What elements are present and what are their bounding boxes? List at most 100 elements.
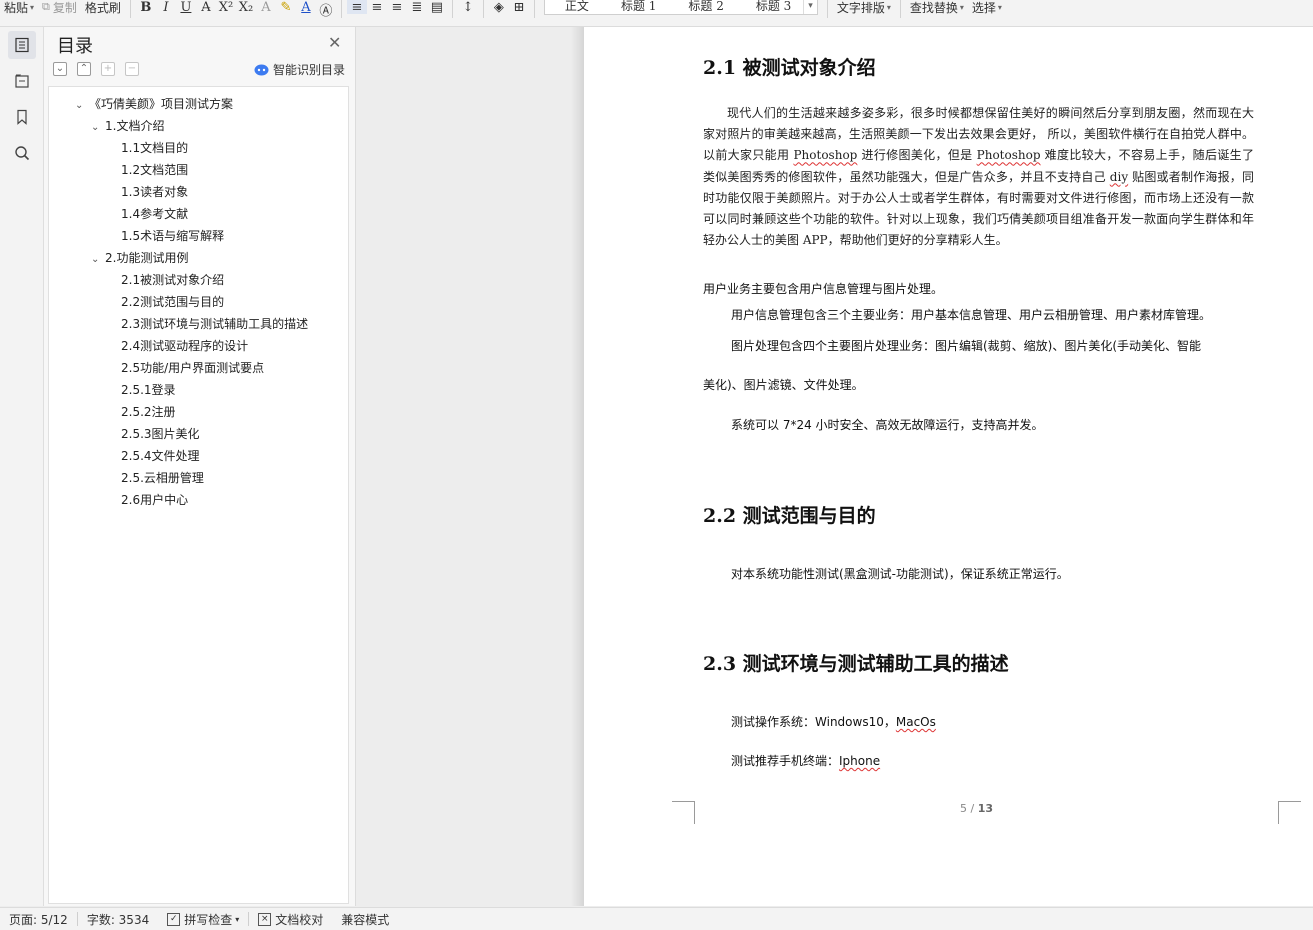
add-level-icon[interactable]: + [101, 62, 115, 76]
toc-item[interactable]: ⌄ 《巧倩美颜》项目测试方案 [75, 93, 233, 115]
image-process-line-2[interactable]: 美化)、图片滤镜、文件处理。 [703, 376, 864, 393]
toc-tree: ⌄ 《巧倩美颜》项目测试方案 ⌄ 1.文档介绍 1.1文档目的 1.2文档范围 1.3读者对… [48, 86, 349, 904]
style-gallery[interactable]: 正文 标题 1 标题 2 标题 3 ▾ [543, 0, 818, 15]
style-heading-2[interactable]: 标题 2 [668, 0, 735, 14]
os-label: 测试操作系统： [731, 715, 816, 729]
page-indicator[interactable]: 页面: 5/12 [0, 911, 77, 928]
chevron-down-icon[interactable]: ▾ [803, 0, 817, 14]
expand-all-icon[interactable]: ⌃ [77, 62, 91, 76]
toc-panel-button[interactable] [8, 31, 36, 59]
user-info-line[interactable]: 用户信息管理包含三个主要业务：用户基本信息管理、用户云相册管理、用户素材库管理。 [731, 306, 1211, 323]
font-color-icon[interactable]: A [296, 0, 316, 15]
find-replace-button[interactable]: 查找替换 ▾ [906, 0, 968, 15]
chevron-down-icon: ▾ [997, 2, 1002, 12]
toc-item[interactable]: 2.2测试范围与目的 [121, 291, 224, 313]
divider [482, 0, 484, 18]
scope-line[interactable]: 对本系统功能性测试(黑盒测试-功能测试)，保证系统正常运行。 [731, 565, 1069, 582]
navigation-rail [0, 27, 44, 906]
toc-item[interactable]: 1.2文档范围 [121, 159, 188, 181]
chevron-down-icon[interactable]: ⌄ [91, 249, 105, 271]
find-replace-label: 查找替换 [909, 0, 958, 15]
justify-icon[interactable]: ≣ [407, 0, 427, 15]
compat-mode[interactable]: 兼容模式 [332, 911, 398, 928]
bookmark-button[interactable] [8, 103, 36, 131]
toc-tools: ⌄ ⌃ + − [53, 62, 139, 76]
toc-item-label: 2.5.4文件处理 [121, 449, 200, 463]
line-spacing-icon[interactable]: ↕ [458, 0, 478, 15]
crop-mark [1278, 801, 1301, 824]
toc-item[interactable]: ⌄ 2.功能测试用例 [91, 247, 188, 269]
strikethrough-icon[interactable]: A̶ [196, 0, 216, 15]
align-center-icon[interactable]: ≡ [367, 0, 387, 15]
image-process-line[interactable]: 图片处理包含四个主要图片处理业务：图片编辑(裁剪、缩放)、图片美化(手动美化、智… [731, 337, 1201, 354]
toc-item[interactable]: 2.6用户中心 [121, 489, 188, 511]
intro-text: 进行修图美化，但是 [857, 148, 977, 163]
copy-button[interactable]: ⧉ 复制 [38, 0, 81, 15]
proofread-button[interactable]: × 文档校对 [249, 911, 332, 928]
italic-icon[interactable]: I [156, 0, 176, 15]
page-shadow [571, 27, 584, 906]
toc-item[interactable]: 1.5术语与缩写解释 [121, 225, 224, 247]
toc-item[interactable]: 2.5.3图片美化 [121, 423, 200, 445]
os-value: Windows10， [815, 715, 896, 729]
toc-item[interactable]: 1.1文档目的 [121, 137, 188, 159]
bold-icon[interactable]: B [136, 0, 156, 15]
smart-toc-button[interactable]: 智能识别目录 [254, 61, 345, 78]
format-painter-button[interactable]: 格式刷 [81, 0, 125, 15]
subscript-icon[interactable]: X₂ [236, 0, 256, 15]
toc-item[interactable]: 1.4参考文献 [121, 203, 188, 225]
select-button[interactable]: 选择 ▾ [968, 0, 1006, 15]
toc-item[interactable]: 2.5.2注册 [121, 401, 176, 423]
paste-button[interactable]: 粘贴 ▾ [0, 0, 38, 15]
phone-line[interactable]: 测试推荐手机终端：Iphone [731, 752, 880, 769]
heading-2-2[interactable]: 2.2 测试范围与目的 [703, 501, 876, 528]
toc-item-label: 2.6用户中心 [121, 493, 189, 507]
search-button[interactable] [8, 139, 36, 167]
shading-icon[interactable]: ◈ [489, 0, 509, 15]
spell-check-button[interactable]: ✓ 拼写检查 ▾ [158, 911, 248, 928]
border-icon[interactable]: ⊞ [509, 0, 529, 15]
collapse-all-icon[interactable]: ⌄ [53, 62, 67, 76]
chevron-down-icon[interactable]: ⌄ [91, 117, 105, 139]
document-page[interactable]: 2.1 被测试对象介绍 现代人们的生活越来越多姿多彩，很多时候都想保留住美好的瞬… [584, 27, 1313, 906]
word-count[interactable]: 字数: 3534 [78, 911, 158, 928]
heading-2-3[interactable]: 2.3 测试环境与测试辅助工具的描述 [703, 649, 1009, 676]
chevron-down-icon[interactable]: ⌄ [75, 95, 89, 117]
heading-2-1[interactable]: 2.1 被测试对象介绍 [703, 53, 876, 80]
toc-item-label: 1.4参考文献 [121, 207, 189, 221]
toc-item[interactable]: ⌄ 1.文档介绍 [91, 115, 164, 137]
toc-item[interactable]: 2.1被测试对象介绍 [121, 269, 224, 291]
toc-item[interactable]: 2.3测试环境与测试辅助工具的描述 [121, 313, 308, 335]
toc-item[interactable]: 1.3读者对象 [121, 181, 188, 203]
text-effect-icon[interactable]: A [256, 0, 276, 15]
bookmark-icon [17, 109, 27, 125]
toc-item[interactable]: 2.5.云相册管理 [121, 467, 204, 489]
text-layout-label: 文字排版 [836, 0, 885, 15]
toc-item[interactable]: 2.5.4文件处理 [121, 445, 200, 467]
style-heading-3[interactable]: 标题 3 [736, 0, 803, 14]
system-line[interactable]: 系统可以 7*24 小时安全、高效无故障运行，支持高并发。 [731, 416, 1044, 433]
text-layout-button[interactable]: 文字排版 ▾ [833, 0, 895, 15]
close-icon[interactable]: ✕ [328, 33, 341, 52]
char-border-icon[interactable]: Ⓐ [316, 0, 336, 19]
business-line[interactable]: 用户业务主要包含用户信息管理与图片处理。 [703, 280, 943, 297]
distribute-icon[interactable]: ▤ [427, 0, 447, 15]
page-total: 13 [977, 802, 994, 815]
intro-paragraph[interactable]: 现代人们的生活越来越多姿多彩，很多时候都想保留住美好的瞬间然后分享到朋友圈，然而… [703, 103, 1254, 251]
chevron-down-icon: ▾ [959, 2, 964, 12]
os-line[interactable]: 测试操作系统：Windows10，MacOs [731, 713, 936, 730]
highlight-icon[interactable]: ✎ [276, 0, 296, 15]
style-normal[interactable]: 正文 [545, 0, 601, 14]
toc-icon [15, 37, 29, 53]
style-heading-1[interactable]: 标题 1 [601, 0, 668, 14]
underline-icon[interactable]: U [176, 0, 196, 15]
remove-level-icon[interactable]: − [125, 62, 139, 76]
toc-item[interactable]: 2.4测试驱动程序的设计 [121, 335, 248, 357]
chapter-nav-button[interactable] [8, 67, 36, 95]
align-right-icon[interactable]: ≡ [387, 0, 407, 15]
toc-item[interactable]: 2.5功能/用户界面测试要点 [121, 357, 264, 379]
align-left-icon[interactable]: ≡ [346, 0, 367, 15]
superscript-icon[interactable]: X² [216, 0, 236, 15]
toc-item-label: 2.5.3图片美化 [121, 427, 200, 441]
toc-item[interactable]: 2.5.1登录 [121, 379, 176, 401]
